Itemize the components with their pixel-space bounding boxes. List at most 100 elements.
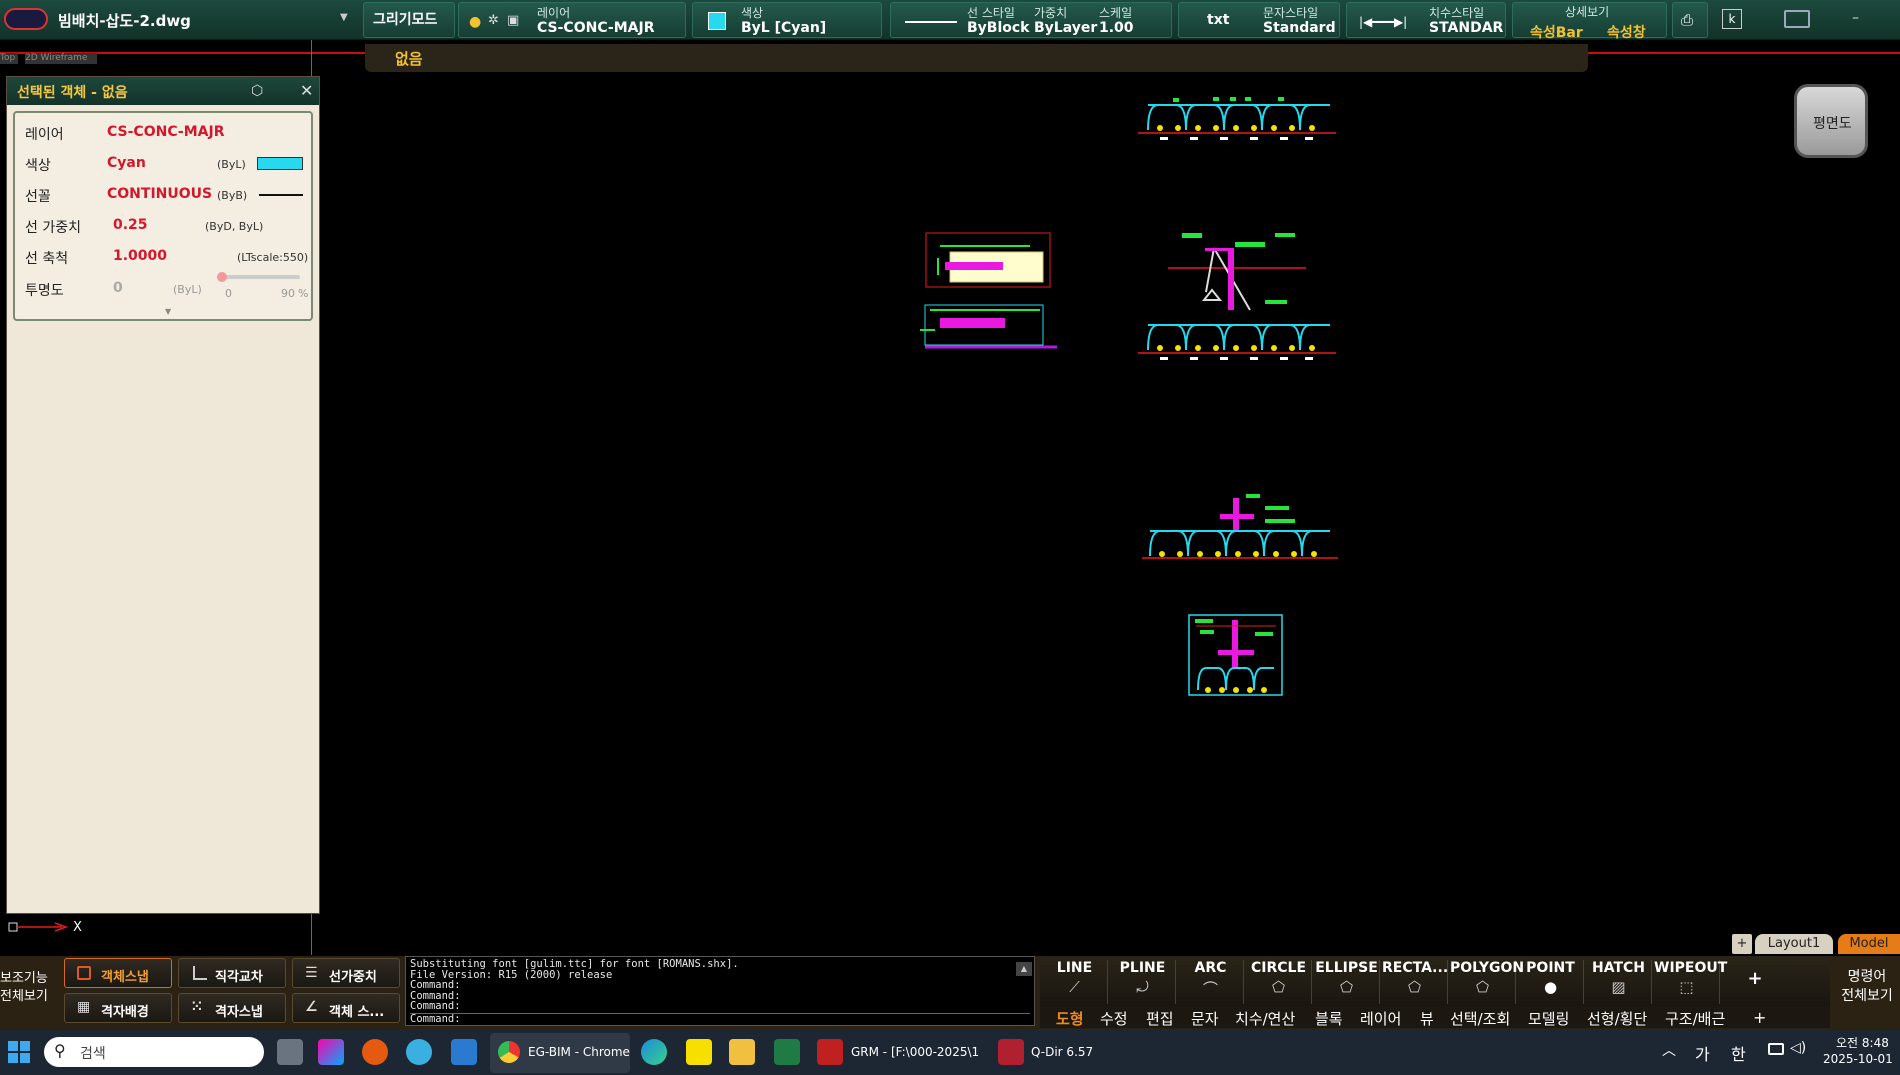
tab-modify[interactable]: 수정	[1100, 1008, 1128, 1029]
volume-icon[interactable]: ◁)	[1790, 1040, 1806, 1056]
drawing-section-3	[1188, 614, 1283, 696]
slider-thumb[interactable]	[217, 272, 227, 282]
layer-value: CS-CONC-MAJR	[537, 20, 655, 36]
tab-select[interactable]: 선택/조회	[1450, 1008, 1510, 1029]
lock-icon[interactable]: ▣	[507, 13, 519, 28]
search-app-icon[interactable]	[362, 1039, 388, 1065]
add-tool-button[interactable]: +	[1722, 960, 1788, 1004]
wipeout-tool[interactable]: WIPEOUT ⬚	[1654, 960, 1727, 1004]
bulb-icon[interactable]: ●	[469, 14, 481, 30]
app-logo-icon[interactable]	[4, 8, 48, 30]
tab-structure[interactable]: 구조/배근	[1665, 1008, 1725, 1029]
close-icon[interactable]: ✕	[300, 81, 313, 100]
sub-toolbar-value[interactable]: 없음	[395, 48, 423, 69]
ellipse-tool[interactable]: ELLIPSE ⬠	[1314, 960, 1380, 1004]
print-button[interactable]: ⎙	[1672, 2, 1708, 38]
rectangle-tool[interactable]: RECTA... ⬠	[1382, 960, 1448, 1004]
layer-selector[interactable]: ● ✲ ▣ 레이어 CS-CONC-MAJR	[458, 2, 686, 38]
prop-window-button[interactable]: 속성창	[1607, 22, 1646, 42]
command-log[interactable]: Substituting font [gulim.ttc] for font […	[405, 956, 1035, 1026]
dim-style-group[interactable]: |◀━━━▶| 치수스타일 STANDAR	[1346, 2, 1506, 38]
add-category-button[interactable]: +	[1753, 1008, 1766, 1027]
log-line: File Version: R15 (2000) release	[410, 968, 613, 981]
chrome-taskbar-item[interactable]: EG-BIM - Chrome	[490, 1033, 630, 1073]
ucs-x-label: X	[73, 920, 82, 935]
edge-icon[interactable]	[641, 1039, 667, 1065]
chevron-down-icon[interactable]: ▼	[340, 12, 348, 23]
file-title[interactable]: 빔배치-삽도-2.dwg	[58, 10, 191, 31]
tab-layout1[interactable]: Layout1	[1755, 934, 1833, 954]
taskbar-search-input[interactable]: ⚲ 검색	[44, 1037, 264, 1067]
prop-value: 1.0000	[113, 248, 168, 264]
tab-alignment[interactable]: 선형/횡단	[1587, 1008, 1647, 1029]
prop-row-linetype[interactable]: 선꼴 CONTINUOUS (ByB)	[15, 183, 311, 207]
prop-row-color[interactable]: 색상 Cyan (ByL)	[15, 152, 311, 176]
prop-bar-button[interactable]: 속성Bar	[1530, 22, 1583, 42]
plan-view-button[interactable]: 평면도	[1794, 84, 1868, 158]
prop-row-lineweight[interactable]: 선 가중치 0.25 (ByD, ByL)	[15, 214, 311, 238]
circle-tool[interactable]: CIRCLE ⬠	[1246, 960, 1312, 1004]
tab-text[interactable]: 문자	[1191, 1008, 1219, 1029]
polygon-tool[interactable]: POLYGON ⬠	[1450, 960, 1524, 1004]
hangul-app-icon[interactable]	[451, 1039, 477, 1065]
excel-icon[interactable]	[774, 1039, 800, 1065]
line-style-group[interactable]: 선 스타일 ByBlock 가중치 ByLayer 스케일 1.00	[890, 2, 1172, 38]
pline-tool[interactable]: PLINE ⤾	[1110, 960, 1176, 1004]
line-tool[interactable]: LINE ⟋	[1042, 960, 1108, 1004]
hatch-tool[interactable]: HATCH ▨	[1586, 960, 1652, 1004]
log-scroll-up-icon[interactable]: ▲	[1016, 962, 1032, 976]
arc-tool[interactable]: ARC ⌒	[1178, 960, 1244, 1004]
lang-indicator[interactable]: 가	[1695, 1041, 1710, 1065]
prop-row-ltscale[interactable]: 선 축척 1.0000 (LTscale:550)	[15, 245, 311, 269]
lineweight-button[interactable]: ☰ 선가중치	[292, 958, 400, 988]
tab-shape[interactable]: 도형	[1056, 1008, 1084, 1029]
command-full-view-button[interactable]: 명령어 전체보기	[1834, 968, 1900, 1008]
grid-background-button[interactable]: ▦ 격자배경	[64, 993, 172, 1023]
dimstyle-value: STANDAR	[1429, 20, 1504, 36]
prop-row-transparency[interactable]: 투명도 0 (ByL) 0 90 %	[15, 272, 311, 301]
object-tracking-button[interactable]: ∠ 객체 스...	[292, 993, 400, 1023]
viewport-view-label[interactable]: Top	[0, 53, 18, 64]
ime-indicator[interactable]: 한	[1731, 1041, 1746, 1065]
ortho-button[interactable]: 직각교차	[178, 958, 286, 988]
text-style-group[interactable]: txt 문자스타일 Standard	[1178, 2, 1340, 38]
folder-icon[interactable]	[729, 1039, 755, 1065]
network-icon[interactable]	[1768, 1043, 1784, 1055]
minimize-button[interactable]: –	[1852, 10, 1859, 26]
globe-icon[interactable]	[406, 1039, 432, 1065]
prop-row-layer[interactable]: 레이어 CS-CONC-MAJR	[15, 121, 311, 145]
object-snap-button[interactable]: 객체스냅	[64, 958, 172, 988]
clock-date[interactable]: 2025-10-01	[1823, 1052, 1893, 1066]
draw-mode-button[interactable]: 그리기모드	[363, 2, 455, 38]
transparency-slider[interactable]	[217, 272, 300, 282]
tab-edit[interactable]: 편집	[1146, 1008, 1174, 1029]
grm-icon[interactable]	[817, 1039, 843, 1065]
grid-snap-button[interactable]: ⁙ 격자스냅	[178, 993, 286, 1023]
tab-modeling[interactable]: 모델링	[1528, 1008, 1569, 1029]
tab-layer[interactable]: 레이어	[1360, 1008, 1401, 1029]
tab-view[interactable]: 뷰	[1420, 1008, 1434, 1029]
sun-icon[interactable]: ✲	[488, 13, 499, 28]
tab-dimension[interactable]: 치수/연산	[1235, 1008, 1295, 1029]
grm-label[interactable]: GRM - [F:\000-2025\16	[851, 1045, 979, 1059]
tab-block[interactable]: 블록	[1315, 1008, 1343, 1029]
viewport-style-label[interactable]: 2D Wireframe	[25, 53, 97, 64]
color-selector[interactable]: 색상 ByL [Cyan]	[692, 2, 882, 38]
qdir-icon[interactable]	[998, 1039, 1024, 1065]
aux-function-button[interactable]: 보조기능 전체보기	[0, 970, 56, 1006]
drawing-section-2	[1142, 494, 1338, 559]
clock-time[interactable]: 오전 8:48	[1836, 1034, 1889, 1051]
qdir-label[interactable]: Q-Dir 6.57	[1031, 1045, 1093, 1059]
tray-chevron-icon[interactable]: ︿	[1662, 1040, 1676, 1060]
k-button[interactable]: k	[1722, 9, 1742, 29]
select-object-icon[interactable]: ⬡	[251, 83, 263, 99]
kakaotalk-icon[interactable]	[686, 1039, 712, 1065]
point-tool[interactable]: POINT ●	[1518, 960, 1584, 1004]
add-layout-button[interactable]: +	[1732, 934, 1752, 954]
expand-chevron-icon[interactable]: ▼	[165, 307, 171, 316]
windows-start-icon[interactable]	[8, 1041, 30, 1063]
task-view-icon[interactable]	[277, 1039, 303, 1065]
tab-model[interactable]: Model	[1838, 934, 1900, 954]
monitor-icon[interactable]	[1784, 10, 1810, 28]
copilot-icon[interactable]	[318, 1039, 344, 1065]
